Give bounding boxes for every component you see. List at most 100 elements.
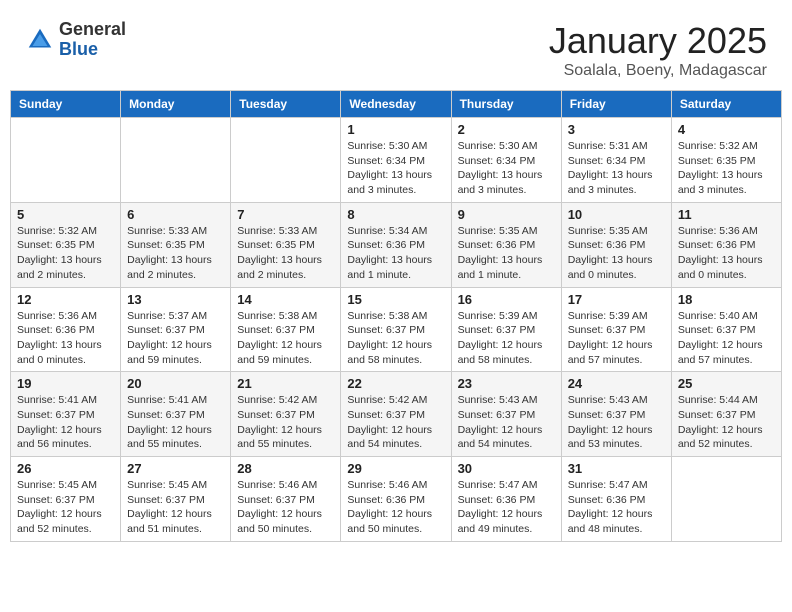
day-info: Sunrise: 5:35 AM Sunset: 6:36 PM Dayligh… (568, 224, 665, 283)
day-info: Sunrise: 5:33 AM Sunset: 6:35 PM Dayligh… (127, 224, 224, 283)
day-number: 13 (127, 292, 224, 307)
logo-text: General Blue (59, 20, 126, 60)
empty-day-cell (11, 118, 121, 203)
calendar-day-20: 20 Sunrise: 5:41 AM Sunset: 6:37 PM Dayli… (121, 372, 231, 457)
day-number: 17 (568, 292, 665, 307)
day-info: Sunrise: 5:45 AM Sunset: 6:37 PM Dayligh… (127, 478, 224, 537)
day-info: Sunrise: 5:32 AM Sunset: 6:35 PM Dayligh… (17, 224, 114, 283)
day-info: Sunrise: 5:46 AM Sunset: 6:36 PM Dayligh… (347, 478, 444, 537)
day-info: Sunrise: 5:33 AM Sunset: 6:35 PM Dayligh… (237, 224, 334, 283)
calendar-day-12: 12 Sunrise: 5:36 AM Sunset: 6:36 PM Dayli… (11, 287, 121, 372)
day-info: Sunrise: 5:38 AM Sunset: 6:37 PM Dayligh… (347, 309, 444, 368)
day-info: Sunrise: 5:43 AM Sunset: 6:37 PM Dayligh… (458, 393, 555, 452)
empty-day-cell (231, 118, 341, 203)
day-number: 12 (17, 292, 114, 307)
day-info: Sunrise: 5:38 AM Sunset: 6:37 PM Dayligh… (237, 309, 334, 368)
calendar-day-9: 9Sunrise: 5:35 AM Sunset: 6:36 PM Daylig… (451, 202, 561, 287)
day-info: Sunrise: 5:31 AM Sunset: 6:34 PM Dayligh… (568, 139, 665, 198)
calendar-day-29: 29 Sunrise: 5:46 AM Sunset: 6:36 PM Dayli… (341, 457, 451, 542)
day-number: 27 (127, 461, 224, 476)
day-number: 21 (237, 376, 334, 391)
day-number: 6 (127, 207, 224, 222)
calendar-week-row: 5 Sunrise: 5:32 AM Sunset: 6:35 PM Daylig… (11, 202, 782, 287)
weekday-header-wednesday: Wednesday (341, 91, 451, 118)
day-number: 23 (458, 376, 555, 391)
weekday-header-tuesday: Tuesday (231, 91, 341, 118)
day-number: 8 (347, 207, 444, 222)
calendar-day-14: 14 Sunrise: 5:38 AM Sunset: 6:37 PM Dayli… (231, 287, 341, 372)
calendar-day-24: 24Sunrise: 5:43 AM Sunset: 6:37 PM Dayli… (561, 372, 671, 457)
day-info: Sunrise: 5:34 AM Sunset: 6:36 PM Dayligh… (347, 224, 444, 283)
calendar-day-21: 21 Sunrise: 5:42 AM Sunset: 6:37 PM Dayli… (231, 372, 341, 457)
day-number: 15 (347, 292, 444, 307)
day-number: 19 (17, 376, 114, 391)
calendar-week-row: 1Sunrise: 5:30 AM Sunset: 6:34 PM Daylig… (11, 118, 782, 203)
calendar-day-5: 5 Sunrise: 5:32 AM Sunset: 6:35 PM Daylig… (11, 202, 121, 287)
day-info: Sunrise: 5:37 AM Sunset: 6:37 PM Dayligh… (127, 309, 224, 368)
weekday-header-saturday: Saturday (671, 91, 781, 118)
day-number: 25 (678, 376, 775, 391)
logo: General Blue (25, 20, 126, 60)
day-info: Sunrise: 5:46 AM Sunset: 6:37 PM Dayligh… (237, 478, 334, 537)
day-number: 7 (237, 207, 334, 222)
calendar-day-6: 6 Sunrise: 5:33 AM Sunset: 6:35 PM Daylig… (121, 202, 231, 287)
calendar-day-13: 13 Sunrise: 5:37 AM Sunset: 6:37 PM Dayli… (121, 287, 231, 372)
logo-icon (25, 25, 55, 55)
calendar-day-1: 1Sunrise: 5:30 AM Sunset: 6:34 PM Daylig… (341, 118, 451, 203)
day-info: Sunrise: 5:30 AM Sunset: 6:34 PM Dayligh… (458, 139, 555, 198)
day-info: Sunrise: 5:41 AM Sunset: 6:37 PM Dayligh… (17, 393, 114, 452)
day-number: 24 (568, 376, 665, 391)
calendar-day-16: 16 Sunrise: 5:39 AM Sunset: 6:37 PM Dayli… (451, 287, 561, 372)
day-info: Sunrise: 5:36 AM Sunset: 6:36 PM Dayligh… (17, 309, 114, 368)
calendar-table: SundayMondayTuesdayWednesdayThursdayFrid… (10, 90, 782, 542)
day-number: 5 (17, 207, 114, 222)
day-number: 10 (568, 207, 665, 222)
day-number: 9 (458, 207, 555, 222)
weekday-header-friday: Friday (561, 91, 671, 118)
calendar-week-row: 26 Sunrise: 5:45 AM Sunset: 6:37 PM Dayli… (11, 457, 782, 542)
day-number: 29 (347, 461, 444, 476)
calendar-day-27: 27 Sunrise: 5:45 AM Sunset: 6:37 PM Dayli… (121, 457, 231, 542)
calendar-day-7: 7 Sunrise: 5:33 AM Sunset: 6:35 PM Daylig… (231, 202, 341, 287)
day-number: 14 (237, 292, 334, 307)
day-info: Sunrise: 5:42 AM Sunset: 6:37 PM Dayligh… (237, 393, 334, 452)
day-info: Sunrise: 5:36 AM Sunset: 6:36 PM Dayligh… (678, 224, 775, 283)
calendar-day-11: 11 Sunrise: 5:36 AM Sunset: 6:36 PM Dayli… (671, 202, 781, 287)
day-number: 22 (347, 376, 444, 391)
day-number: 30 (458, 461, 555, 476)
day-info: Sunrise: 5:41 AM Sunset: 6:37 PM Dayligh… (127, 393, 224, 452)
calendar-week-row: 12 Sunrise: 5:36 AM Sunset: 6:36 PM Dayli… (11, 287, 782, 372)
weekday-header-row: SundayMondayTuesdayWednesdayThursdayFrid… (11, 91, 782, 118)
day-number: 28 (237, 461, 334, 476)
logo-general: General (59, 20, 126, 40)
calendar-day-18: 18Sunrise: 5:40 AM Sunset: 6:37 PM Dayli… (671, 287, 781, 372)
calendar-day-26: 26Sunrise: 5:45 AM Sunset: 6:37 PM Dayli… (11, 457, 121, 542)
day-info: Sunrise: 5:47 AM Sunset: 6:36 PM Dayligh… (458, 478, 555, 537)
day-info: Sunrise: 5:40 AM Sunset: 6:37 PM Dayligh… (678, 309, 775, 368)
calendar-day-23: 23 Sunrise: 5:43 AM Sunset: 6:37 PM Dayli… (451, 372, 561, 457)
calendar-day-22: 22 Sunrise: 5:42 AM Sunset: 6:37 PM Dayli… (341, 372, 451, 457)
day-number: 31 (568, 461, 665, 476)
title-section: January 2025 Soalala, Boeny, Madagascar (549, 20, 767, 80)
calendar-day-30: 30 Sunrise: 5:47 AM Sunset: 6:36 PM Dayli… (451, 457, 561, 542)
calendar-day-17: 17Sunrise: 5:39 AM Sunset: 6:37 PM Dayli… (561, 287, 671, 372)
day-info: Sunrise: 5:30 AM Sunset: 6:34 PM Dayligh… (347, 139, 444, 198)
day-number: 16 (458, 292, 555, 307)
calendar-day-8: 8 Sunrise: 5:34 AM Sunset: 6:36 PM Daylig… (341, 202, 451, 287)
calendar-day-15: 15 Sunrise: 5:38 AM Sunset: 6:37 PM Dayli… (341, 287, 451, 372)
page-header: General Blue January 2025 Soalala, Boeny… (10, 10, 782, 85)
month-title: January 2025 (549, 20, 767, 62)
calendar-day-2: 2 Sunrise: 5:30 AM Sunset: 6:34 PM Daylig… (451, 118, 561, 203)
calendar-week-row: 19 Sunrise: 5:41 AM Sunset: 6:37 PM Dayli… (11, 372, 782, 457)
calendar-day-31: 31 Sunrise: 5:47 AM Sunset: 6:36 PM Dayli… (561, 457, 671, 542)
day-info: Sunrise: 5:42 AM Sunset: 6:37 PM Dayligh… (347, 393, 444, 452)
day-number: 11 (678, 207, 775, 222)
empty-day-cell (121, 118, 231, 203)
day-number: 20 (127, 376, 224, 391)
day-info: Sunrise: 5:44 AM Sunset: 6:37 PM Dayligh… (678, 393, 775, 452)
day-info: Sunrise: 5:39 AM Sunset: 6:37 PM Dayligh… (458, 309, 555, 368)
day-info: Sunrise: 5:47 AM Sunset: 6:36 PM Dayligh… (568, 478, 665, 537)
day-number: 26 (17, 461, 114, 476)
location-title: Soalala, Boeny, Madagascar (549, 62, 767, 80)
day-number: 2 (458, 122, 555, 137)
